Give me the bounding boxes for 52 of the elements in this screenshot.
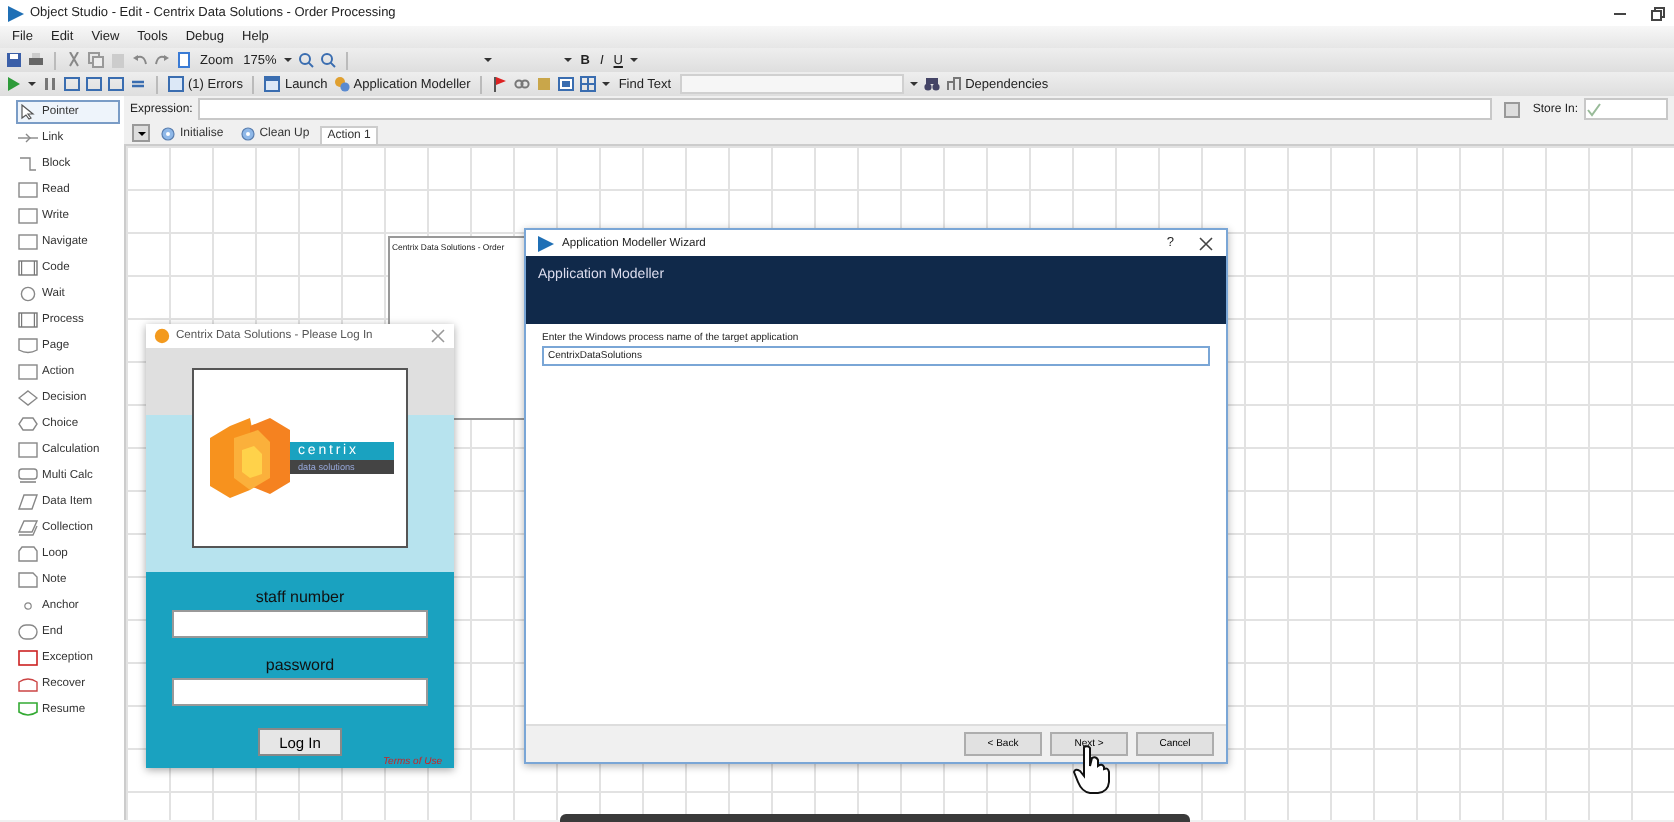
shape-icon [18,312,38,328]
binoculars-icon[interactable] [923,76,940,92]
caret-icon[interactable] [484,58,493,62]
pause-icon[interactable] [42,76,58,92]
shape-icon [18,286,38,302]
input-field[interactable] [172,678,428,706]
app-logo-icon [538,235,554,251]
chart-icon [945,76,962,92]
gear-icon [160,126,176,142]
store-in-field[interactable] [1584,98,1668,120]
shape-icon [18,130,38,146]
undo-icon[interactable] [132,52,148,68]
play-icon[interactable] [6,76,22,92]
shape-icon [18,468,38,484]
grid-icon[interactable] [580,76,597,92]
tab-menu-button[interactable] [132,124,150,142]
check-icon [1586,101,1602,117]
zoom-in-icon[interactable] [298,52,315,68]
input-field[interactable] [172,610,428,638]
shape-icon [18,260,38,276]
caret-icon[interactable] [602,82,611,86]
close-icon[interactable] [1198,235,1214,251]
flag-icon[interactable] [492,76,509,92]
save-icon[interactable] [6,52,22,68]
hexagon-logo-icon [210,418,290,498]
gear-icon [239,126,256,142]
image-icon[interactable] [558,76,575,92]
window-icon [168,76,184,92]
shape-icon [18,520,38,536]
caret-icon[interactable] [28,82,36,86]
shape-icon [18,494,38,510]
app-logo-icon [154,328,170,344]
shape-icon [18,104,38,120]
caret-icon[interactable] [564,58,573,62]
caret-icon[interactable] [284,58,293,62]
page-icon[interactable] [176,52,192,68]
field-label: password [265,656,335,674]
restore-icon[interactable] [1650,5,1666,21]
print-icon[interactable] [28,52,44,68]
circles-icon [333,76,350,92]
link-icon[interactable] [514,76,531,92]
caret-icon[interactable] [909,82,918,86]
zoom-out-icon[interactable] [320,52,337,68]
cut-icon[interactable] [66,52,82,68]
field-label: staff number [255,588,345,606]
window-icon [264,76,281,92]
caret-icon[interactable] [630,58,639,62]
find-text-field[interactable] [679,74,904,94]
redo-icon[interactable] [154,52,170,68]
app-logo-icon [8,5,24,21]
expression-field[interactable] [198,98,1493,120]
copy-icon[interactable] [88,52,104,68]
